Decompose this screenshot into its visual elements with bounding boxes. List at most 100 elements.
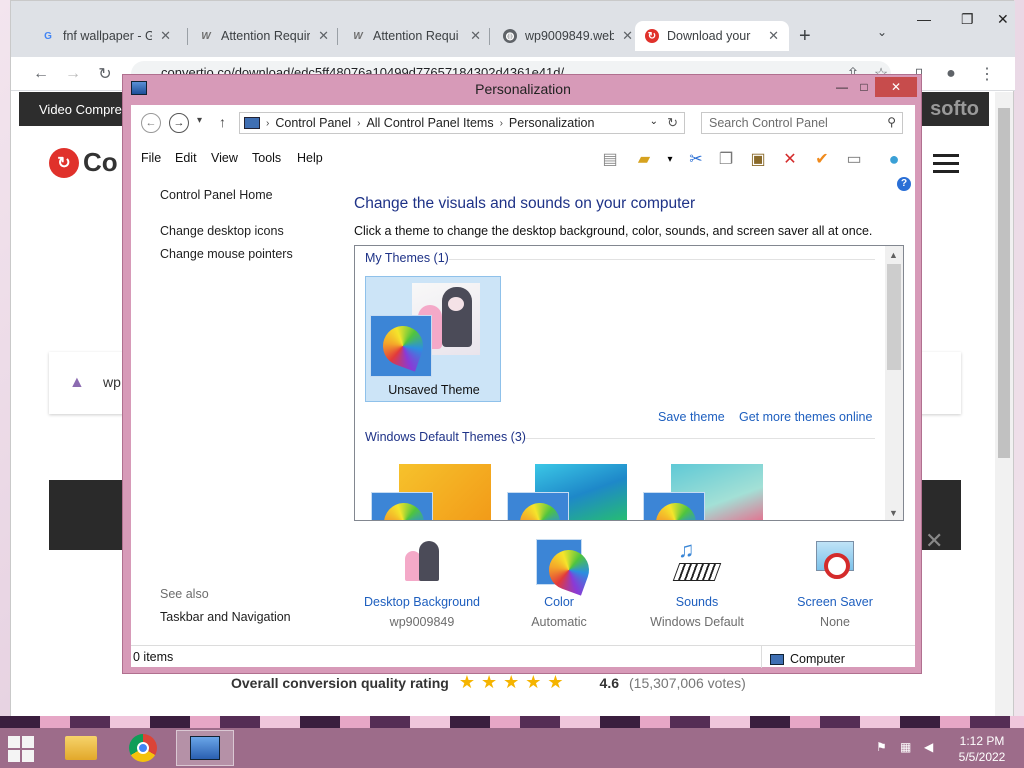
menu-help[interactable]: Help (297, 151, 323, 165)
tab-search-chevron-icon[interactable]: ⌄ (877, 25, 887, 39)
chevron-right-icon[interactable]: › (266, 118, 269, 129)
menu-file[interactable]: File (141, 151, 161, 165)
profile-avatar-icon[interactable]: ● (939, 62, 963, 86)
theme-windows[interactable] (369, 464, 493, 520)
volume-muted-icon[interactable]: ◀ (924, 740, 940, 754)
quality-rating: Overall conversion quality rating ★★★★★ … (231, 672, 746, 693)
theme-lines-and-colors[interactable] (505, 464, 629, 520)
network-icon[interactable]: ▦ (900, 740, 916, 754)
minimize-icon[interactable]: — (917, 11, 931, 27)
system-clock[interactable]: 1:12 PM 5/5/2022 (952, 733, 1012, 765)
layout-pane-icon[interactable]: ▤ (599, 149, 621, 169)
screen-saver-option[interactable]: Screen Saver None (765, 537, 905, 629)
breadcrumb-all-items[interactable]: All Control Panel Items (366, 116, 493, 130)
back-icon[interactable]: ← (29, 62, 53, 86)
up-arrow-icon[interactable]: ↑ (219, 114, 226, 130)
breadcrumb-control-panel[interactable]: Control Panel (275, 116, 351, 130)
clock-time: 1:12 PM (959, 734, 1005, 748)
control-panel-taskbar-icon[interactable] (176, 730, 234, 766)
get-more-themes-link[interactable]: Get more themes online (739, 410, 872, 424)
window-titlebar[interactable]: Personalization (123, 75, 923, 103)
tab-attention-required-2[interactable]: W Attention Requi ✕ (341, 21, 491, 51)
scroll-up-icon[interactable]: ▲ (889, 250, 898, 260)
menu-tools[interactable]: Tools (252, 151, 281, 165)
close-icon[interactable]: ✕ (768, 28, 779, 44)
chevron-down-icon[interactable]: ⌄ (650, 116, 658, 127)
sounds-option[interactable]: ♫ Sounds Windows Default (627, 537, 767, 629)
properties-icon[interactable]: ▭ (843, 149, 865, 169)
brand-text: softo (930, 98, 979, 120)
file-explorer-taskbar-icon[interactable] (52, 730, 110, 766)
control-panel-home-link[interactable]: Control Panel Home (160, 188, 273, 202)
checkmark-icon[interactable]: ✔ (811, 149, 833, 169)
change-desktop-icons-link[interactable]: Change desktop icons (160, 224, 284, 238)
tab-fnf-wallpaper[interactable]: G fnf wallpaper - G ✕ (31, 21, 181, 51)
forward-icon[interactable]: → (169, 113, 189, 133)
tab-attention-required-1[interactable]: W Attention Requir ✕ (189, 21, 339, 51)
search-icon[interactable]: ⚲ (887, 115, 896, 129)
page-scrollbar[interactable] (995, 92, 1013, 716)
close-banner-icon[interactable]: ✕ (925, 528, 943, 554)
chrome-taskbar-icon[interactable] (114, 730, 172, 766)
maximize-icon[interactable]: □ (851, 77, 877, 97)
action-center-flag-icon[interactable]: ⚑ (876, 740, 892, 754)
window-body: ← → ▾ ↑ › Control Panel › All Control Pa… (131, 105, 915, 668)
convertio-icon: ↻ (645, 29, 659, 43)
sounds-label[interactable]: Sounds (627, 595, 767, 609)
copy-icon[interactable]: ❐ (715, 149, 737, 169)
globe-icon[interactable]: ● (883, 149, 905, 169)
close-icon[interactable]: ✕ (160, 28, 171, 44)
taskbar-navigation-link[interactable]: Taskbar and Navigation (160, 610, 291, 624)
new-tab-icon[interactable]: + (799, 25, 811, 48)
close-icon[interactable]: ✕ (470, 28, 481, 44)
change-mouse-pointers-link[interactable]: Change mouse pointers (160, 247, 293, 261)
close-icon[interactable]: ✕ (318, 28, 329, 44)
theme-flowers[interactable] (641, 464, 765, 520)
screen-saver-value: None (820, 615, 850, 629)
site-logo[interactable]: ↻ Co (49, 147, 118, 178)
unsaved-theme-tile[interactable]: Unsaved Theme (365, 276, 501, 402)
hamburger-menu-icon[interactable] (933, 154, 959, 178)
breadcrumb-personalization[interactable]: Personalization (509, 116, 594, 130)
maximize-icon[interactable]: ❐ (961, 11, 974, 28)
chevron-right-icon[interactable]: › (357, 118, 360, 129)
nav-video-compress[interactable]: Video Compres (39, 102, 128, 117)
scroll-down-icon[interactable]: ▼ (889, 508, 898, 518)
tab-wp9009849[interactable]: ◍ wp9009849.web ✕ (493, 21, 643, 51)
back-icon[interactable]: ← (141, 113, 161, 133)
paste-icon[interactable]: ▣ (747, 149, 769, 169)
close-icon[interactable]: ✕ (622, 28, 633, 44)
address-row: ← → ▾ ↑ › Control Panel › All Control Pa… (131, 105, 915, 141)
themes-list: My Themes (1) Unsaved Theme Save theme G… (354, 245, 904, 521)
themes-scrollbar[interactable]: ▲ ▼ (885, 246, 903, 520)
folder-check-icon[interactable]: ▰ (633, 149, 655, 169)
save-theme-link[interactable]: Save theme (658, 410, 725, 424)
color-option[interactable]: Color Automatic (489, 537, 629, 629)
color-fan-icon (370, 315, 432, 377)
taskbar: ⚑ ▦ ◀ 1:12 PM 5/5/2022 (0, 728, 1024, 768)
menu-view[interactable]: View (211, 151, 238, 165)
forward-icon[interactable]: → (61, 62, 85, 86)
menu-dots-icon[interactable]: ⋮ (975, 62, 999, 86)
tab-download-your[interactable]: ↻ Download your ✕ (635, 21, 789, 51)
menu-edit[interactable]: Edit (175, 151, 197, 165)
refresh-icon[interactable]: ↻ (667, 115, 678, 131)
breadcrumb[interactable]: › Control Panel › All Control Panel Item… (239, 112, 685, 134)
screen-saver-label[interactable]: Screen Saver (765, 595, 905, 609)
page-title: Change the visuals and sounds on your co… (354, 195, 696, 212)
search-input[interactable]: Search Control Panel ⚲ (701, 112, 903, 134)
reload-icon[interactable]: ↻ (93, 62, 117, 86)
recent-pages-chevron-icon[interactable]: ▾ (197, 115, 202, 126)
chevron-down-icon[interactable]: ▾ (659, 149, 681, 169)
cut-icon[interactable]: ✂ (685, 149, 707, 169)
color-label[interactable]: Color (489, 595, 629, 609)
rating-score: 4.6 (599, 674, 619, 691)
chevron-right-icon[interactable]: › (500, 118, 503, 129)
desktop-background-option[interactable]: Desktop Background wp9009849 (352, 537, 492, 629)
close-window-button[interactable]: ✕ (875, 77, 917, 97)
help-icon[interactable]: ? (897, 177, 911, 191)
delete-icon[interactable]: ✕ (779, 149, 801, 169)
windows-start-icon[interactable] (8, 736, 34, 762)
desktop-background-label[interactable]: Desktop Background (352, 595, 492, 609)
close-window-icon[interactable]: ✕ (997, 11, 1009, 28)
